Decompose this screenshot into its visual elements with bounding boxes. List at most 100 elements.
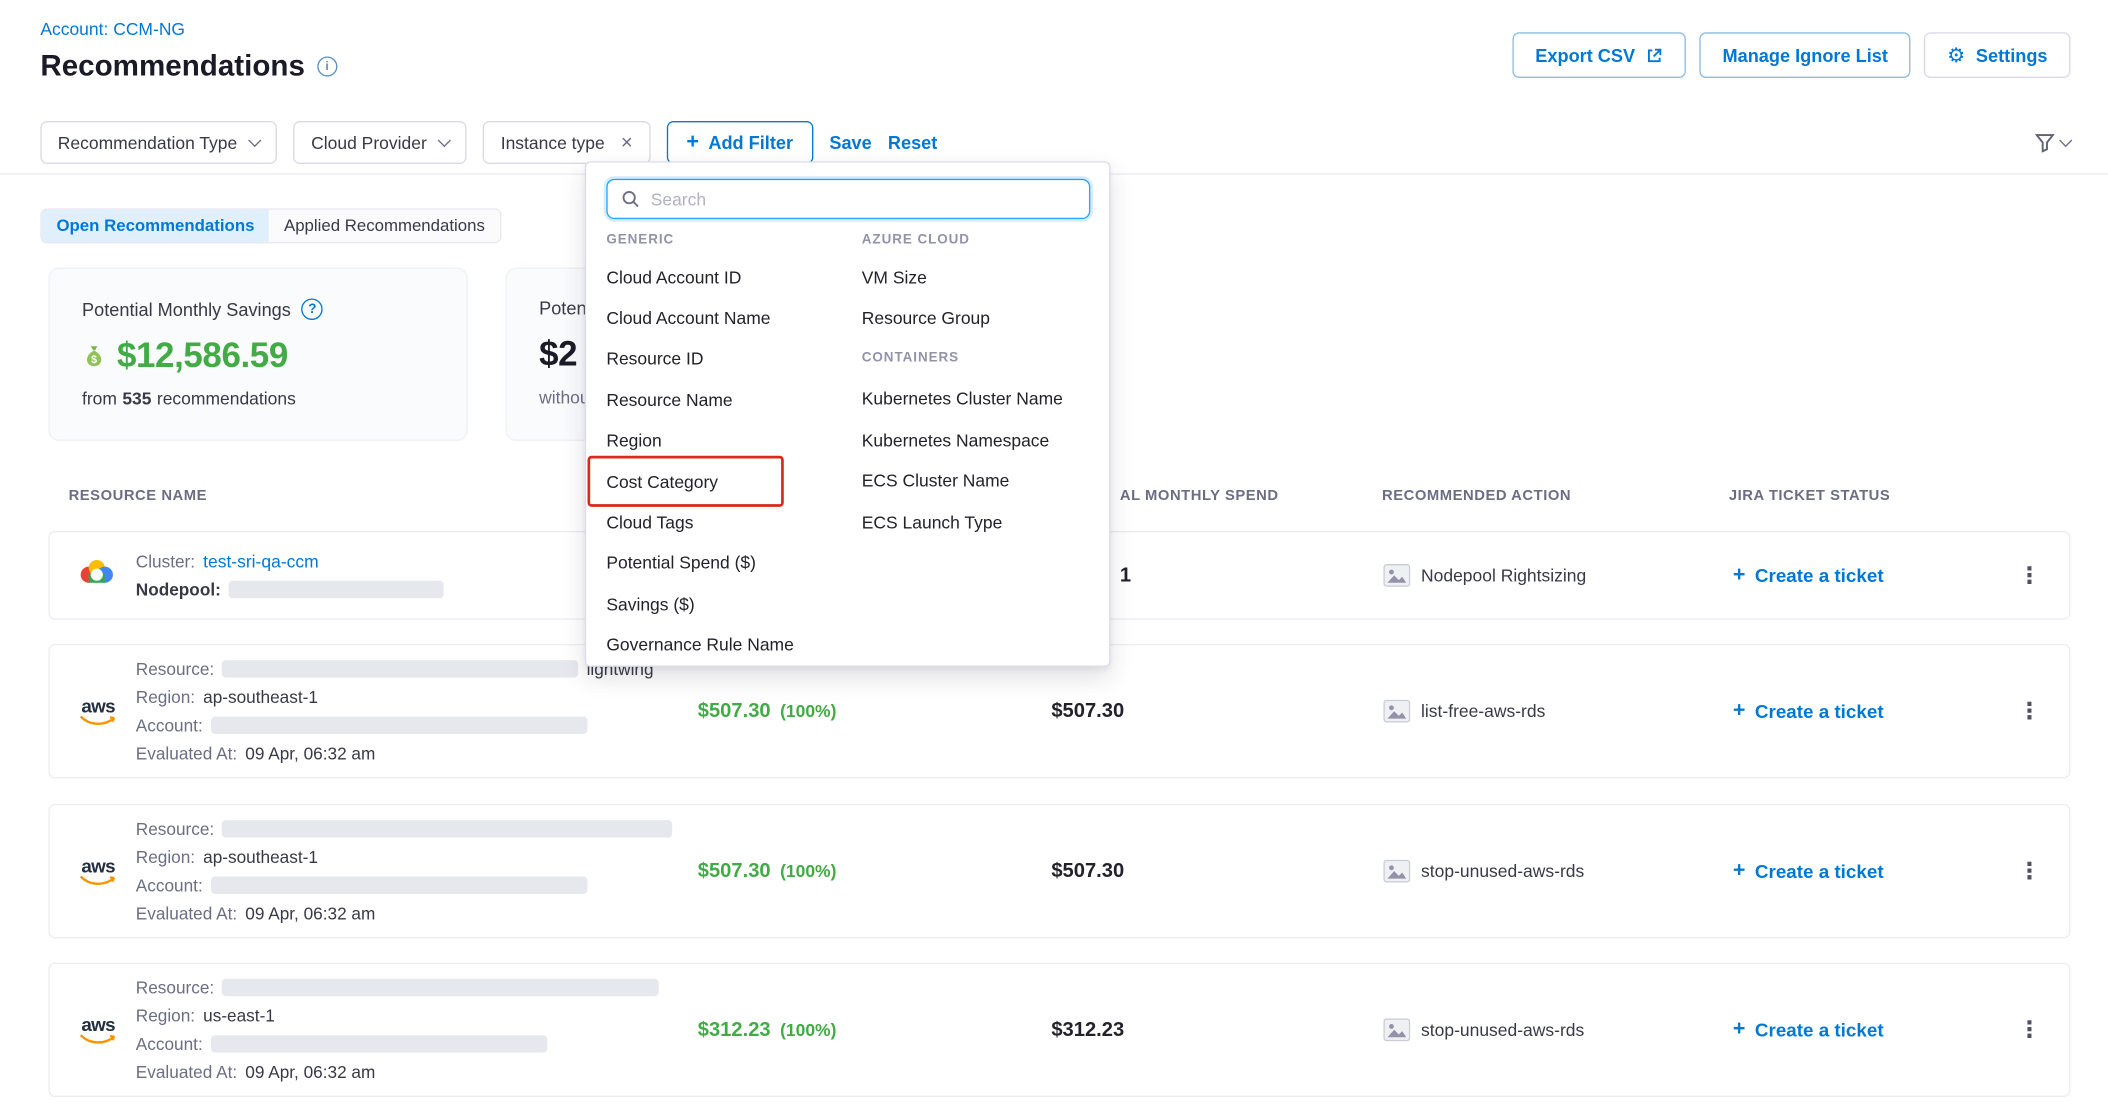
create-ticket-button[interactable]: + Create a ticket [1733, 1019, 1884, 1041]
create-ticket-button[interactable]: + Create a ticket [1733, 860, 1884, 882]
chevron-down-icon [438, 133, 451, 146]
column-header-resource-name: RESOURCE NAME [69, 488, 207, 504]
chevron-down-icon [2059, 133, 2072, 146]
redacted-value [211, 877, 587, 894]
resource-label: Resource: [136, 659, 214, 679]
savings-value: $312.23 [698, 1018, 771, 1041]
recommendation-count: 535 [122, 389, 151, 409]
cluster-link[interactable]: test-sri-qa-ccm [203, 551, 319, 571]
column-header-recommended-action: RECOMMENDED ACTION [1382, 488, 1571, 504]
gcp-icon [77, 556, 117, 595]
evaluated-at-value: 09 Apr, 06:32 am [245, 1062, 375, 1082]
filter-option-kubernetes-cluster-name[interactable]: Kubernetes Cluster Name [862, 379, 1104, 420]
savings-card-title: Potential Monthly Savings [82, 299, 291, 319]
filter-option-potential-spend[interactable]: Potential Spend ($) [606, 543, 855, 584]
filter-panel-button[interactable] [2034, 132, 2070, 154]
plus-icon: + [686, 132, 699, 154]
create-ticket-button[interactable]: + Create a ticket [1733, 700, 1884, 722]
manage-ignore-list-button[interactable]: Manage Ignore List [1700, 32, 1911, 78]
close-icon[interactable]: × [621, 131, 633, 154]
create-ticket-label: Create a ticket [1755, 1019, 1884, 1041]
tab-open-recommendations[interactable]: Open Recommendations [42, 210, 270, 242]
gear-icon: ⚙ [1947, 45, 1965, 65]
spend-card-title-fragment: Poten [539, 298, 586, 318]
create-ticket-label: Create a ticket [1755, 700, 1884, 722]
evaluated-at-label: Evaluated At: [136, 743, 237, 763]
action-thumbnail-icon [1383, 700, 1410, 723]
redacted-value [229, 581, 444, 598]
manage-ignore-list-label: Manage Ignore List [1723, 45, 1888, 65]
redacted-value [211, 717, 587, 734]
filter-option-kubernetes-namespace[interactable]: Kubernetes Namespace [862, 420, 1104, 461]
aws-icon: aws [77, 696, 120, 726]
filter-option-resource-name[interactable]: Resource Name [606, 379, 855, 420]
filter-option-ecs-launch-type[interactable]: ECS Launch Type [862, 501, 1104, 542]
filter-option-cost-category[interactable]: Cost Category [606, 461, 855, 502]
export-csv-button[interactable]: Export CSV [1512, 32, 1686, 78]
filter-chip-instance-type[interactable]: Instance type × [483, 121, 650, 164]
filter-option-cloud-account-id[interactable]: Cloud Account ID [606, 257, 855, 298]
filter-option-governance-rule-name[interactable]: Governance Rule Name [606, 624, 855, 665]
external-link-icon [1646, 46, 1663, 63]
savings-sub-prefix: from [82, 389, 117, 409]
filter-option-cloud-tags[interactable]: Cloud Tags [606, 502, 855, 543]
evaluated-at-label: Evaluated At: [136, 903, 237, 923]
info-icon[interactable]: i [317, 56, 337, 76]
savings-value: $507.30 [698, 860, 771, 883]
savings-percent: (100%) [780, 861, 836, 881]
filter-option-cloud-account-name[interactable]: Cloud Account Name [606, 298, 855, 339]
redacted-value [222, 820, 672, 837]
filter-option-resource-id[interactable]: Resource ID [606, 338, 855, 379]
account-breadcrumb[interactable]: Account: CCM-NG [40, 19, 185, 39]
action-thumbnail-icon [1383, 860, 1410, 883]
filter-option-vm-size[interactable]: VM Size [862, 257, 1104, 298]
create-ticket-button[interactable]: + Create a ticket [1733, 565, 1884, 587]
filter-option-resource-group[interactable]: Resource Group [862, 298, 1104, 339]
recommended-action-label: stop-unused-aws-rds [1421, 1020, 1584, 1040]
add-filter-button[interactable]: + Add Filter [666, 121, 813, 164]
filter-bar: Recommendation Type Cloud Provider Insta… [40, 120, 2070, 166]
filter-chip-recommendation-type[interactable]: Recommendation Type [40, 121, 277, 164]
funnel-icon [2034, 132, 2056, 154]
monthly-spend-value: 1 [1120, 564, 1131, 587]
cluster-label: Cluster: [136, 551, 195, 571]
filter-option-savings[interactable]: Savings ($) [606, 584, 855, 625]
reset-filter-button[interactable]: Reset [888, 132, 937, 152]
savings-value: $507.30 [698, 700, 771, 723]
help-icon[interactable]: ? [302, 298, 324, 320]
create-ticket-label: Create a ticket [1755, 860, 1884, 882]
chip-label: Cloud Provider [311, 132, 427, 152]
settings-button[interactable]: ⚙ Settings [1924, 32, 2070, 78]
row-menu-button[interactable]: ⋮ [2018, 700, 2041, 723]
section-header-azure-cloud: AZURE CLOUD [862, 222, 1104, 257]
search-icon [621, 190, 640, 209]
money-bag-icon: $ [82, 343, 106, 367]
region-value: ap-southeast-1 [203, 687, 318, 707]
column-header-total-monthly-spend: AL MONTHLY SPEND [1120, 488, 1279, 504]
table-row: aws Resource: Region: us-east-1 Account:… [48, 963, 2070, 1097]
section-header-generic: GENERIC [606, 222, 855, 257]
action-thumbnail-icon [1383, 564, 1410, 587]
add-filter-dropdown: GENERIC Cloud Account ID Cloud Account N… [585, 161, 1111, 666]
save-filter-button[interactable]: Save [829, 132, 871, 152]
chip-label: Recommendation Type [58, 132, 237, 152]
row-menu-button[interactable]: ⋮ [2018, 860, 2041, 883]
filter-chip-cloud-provider[interactable]: Cloud Provider [294, 121, 467, 164]
account-label: Account: [136, 715, 203, 735]
redacted-value [211, 1035, 547, 1052]
row-menu-button[interactable]: ⋮ [2018, 564, 2041, 587]
potential-monthly-savings-card: Potential Monthly Savings ? $ $12,586.59… [48, 268, 467, 441]
monthly-spend-value: $312.23 [1051, 1018, 1124, 1041]
settings-label: Settings [1976, 45, 2048, 65]
section-header-containers: CONTAINERS [862, 338, 1104, 378]
nodepool-label: Nodepool: [136, 579, 221, 599]
search-input[interactable] [651, 189, 1076, 209]
tab-applied-recommendations[interactable]: Applied Recommendations [269, 210, 499, 242]
action-thumbnail-icon [1383, 1018, 1410, 1041]
filter-option-ecs-cluster-name[interactable]: ECS Cluster Name [862, 461, 1104, 502]
add-filter-label: Add Filter [708, 132, 793, 152]
row-menu-button[interactable]: ⋮ [2018, 1018, 2041, 1041]
account-label: Account: [136, 875, 203, 895]
filter-option-region[interactable]: Region [606, 420, 855, 461]
table-row: aws Resource: Region: ap-southeast-1 Acc… [48, 804, 2070, 938]
